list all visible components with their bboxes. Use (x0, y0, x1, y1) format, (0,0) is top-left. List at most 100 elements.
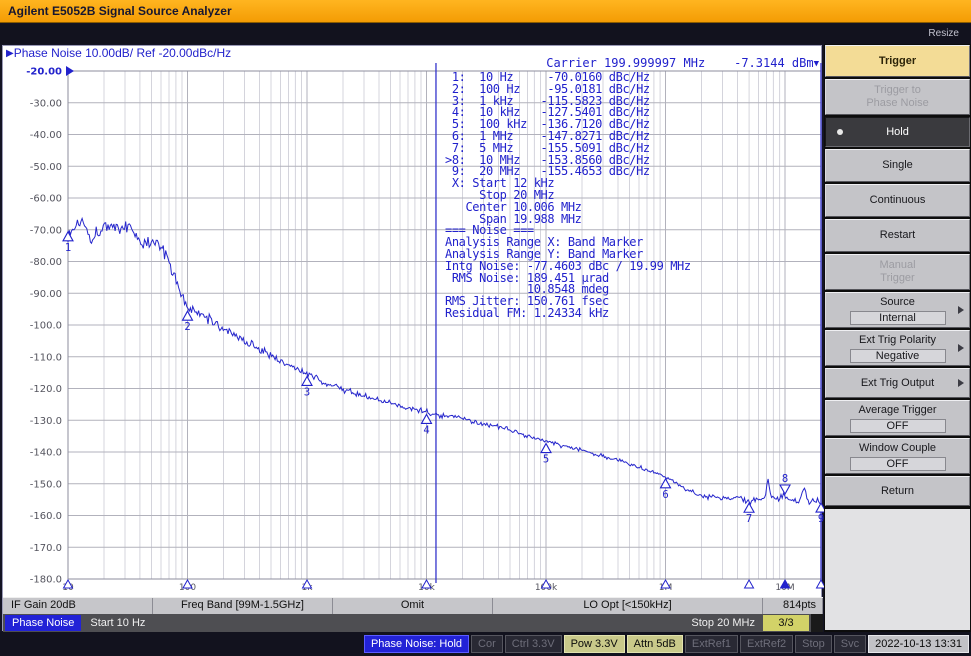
softkey-single[interactable]: Single (825, 149, 970, 182)
carrier-readout: Carrier 199.999997 MHz -7.3144 dBm▼ (546, 56, 819, 70)
marker-8-triangle-icon[interactable] (779, 484, 791, 496)
y-axis-tick-label: -60.00 (30, 194, 62, 205)
y-axis-tick-label: -140.0 (30, 448, 62, 459)
softkey-source[interactable]: Source Internal (825, 292, 970, 328)
setup-status-row: IF Gain 20dB Freq Band [99M-1.5GHz] Omit LO… (3, 597, 823, 614)
y-axis-tick-label: -70.00 (30, 225, 62, 236)
softkey-label: Return (880, 484, 915, 497)
status-segment: Svc (833, 635, 867, 653)
softkey-trigger-to-phase-noise: Trigger to Phase Noise (825, 79, 970, 115)
softkey-label: Single (882, 159, 913, 171)
mode-badge: Phase Noise (5, 615, 82, 631)
y-axis-tick-label: -40.00 (30, 130, 62, 141)
y-axis-tick-label: -130.0 (30, 416, 62, 427)
softkey-return[interactable]: Return (825, 476, 970, 506)
setup-cell: 814pts (763, 598, 823, 614)
measurement-status-row: Phase Noise Start 10 Hz Stop 20 MHz 3/3 (3, 614, 823, 632)
row-end-block (811, 614, 823, 632)
marker-6-number: 6 (662, 489, 668, 501)
softkey-restart[interactable]: Restart (825, 219, 970, 252)
status-segment: Stop (795, 635, 832, 653)
marker-2-number: 2 (184, 321, 190, 333)
phase-noise-chart: -20.00 -30.00 -40.00 -50.00 -60.00 -70.00 -80.… (26, 63, 827, 593)
y-axis-tick-label: -150.0 (30, 479, 62, 490)
status-segment: Pow 3.3V (563, 635, 625, 653)
marker-7-axis-indicator-icon (743, 578, 755, 589)
marker-7-number: 7 (746, 513, 752, 525)
softkey-label: Trigger (878, 54, 917, 67)
softkey-value: OFF (849, 418, 946, 433)
marker-analysis-readout: 1: 10 Hz -70.0160 dBc/Hz 2: 100 Hz -95.0… (445, 70, 691, 320)
softkey-ext-trig-output[interactable]: Ext Trig Output (825, 368, 970, 398)
softkey-menu: Trigger Trigger to Phase Noise Hold Single Co… (824, 44, 971, 632)
marker-5-triangle-icon[interactable] (540, 442, 552, 454)
reference-level-arrow-icon (66, 66, 74, 76)
resize-button[interactable]: Resize (928, 28, 959, 39)
measurement-window: ▶Phase Noise 10.00dB/ Ref -20.00dBc/Hz -… (2, 45, 827, 632)
status-segment: Cor (471, 635, 503, 653)
start-frequency-label: Start 10 Hz (90, 617, 146, 629)
marker-1-triangle-icon[interactable] (62, 230, 74, 242)
softkey-hold[interactable]: Hold (825, 117, 970, 147)
carrier-power: -7.3144 dBm (734, 56, 814, 70)
setup-cell: Freq Band [99M-1.5GHz] (153, 598, 333, 614)
marker-4-number: 4 (423, 424, 429, 436)
softkey-ext-trig-polarity[interactable]: Ext Trig Polarity Negative (825, 330, 970, 366)
softkey-label: Source (880, 295, 915, 308)
softkey-label: Restart (879, 229, 916, 241)
y-axis-tick-label: -180.0 (30, 575, 62, 586)
status-segment: 2022-10-13 13:31 (868, 635, 969, 653)
submenu-arrow-icon (958, 306, 964, 314)
marker-3-triangle-icon[interactable] (301, 375, 313, 387)
menu-bar: Resize (0, 24, 971, 44)
softkey-average-trigger[interactable]: Average Trigger OFF (825, 400, 970, 436)
status-segment: Ctrl 3.3V (504, 635, 562, 653)
carrier-frequency: 199.999997 MHz (604, 56, 706, 70)
softkey-continuous[interactable]: Continuous (825, 184, 970, 217)
status-segment: Attn 5dB (626, 635, 683, 653)
y-axis-tick-label: -170.0 (30, 543, 62, 554)
status-segment: ExtRef2 (740, 635, 794, 653)
setup-cell: Omit (333, 598, 493, 614)
softkey-window-couple[interactable]: Window Couple OFF (825, 438, 970, 474)
submenu-arrow-icon (958, 344, 964, 352)
softkey-label: Trigger to (874, 84, 921, 96)
softkey-label: Ext Trig Polarity (858, 333, 937, 346)
softkey-label: Window Couple (858, 441, 937, 454)
stop-frequency-label: Stop 20 MHz (691, 617, 755, 629)
status-segment: Phase Noise: Hold (363, 635, 470, 653)
selected-bullet-icon (837, 129, 843, 135)
softkey-value: Negative (849, 348, 946, 363)
softkey-label: Hold (886, 125, 909, 138)
marker-5-number: 5 (543, 454, 549, 466)
y-axis-tick-label: -20.00 (26, 67, 62, 78)
y-axis-tick-label: -90.00 (30, 289, 62, 300)
phase-noise-plot: -20.00 -30.00 -40.00 -50.00 -60.00 -70.00 -80.… (3, 56, 827, 597)
y-axis-tick-label: -110.0 (30, 352, 62, 363)
marker-1-number: 1 (65, 242, 71, 254)
softkey-label: Trigger (880, 272, 915, 284)
marker-7-triangle-icon[interactable] (743, 502, 755, 513)
active-trace-arrow-icon: ▶ (6, 48, 14, 59)
y-axis-tick-label: -100.0 (30, 321, 62, 332)
instrument-screen: Agilent E5052B Signal Source Analyzer Re… (0, 0, 971, 656)
trace-header-label: Phase Noise 10.00dB/ Ref -20.00dBc/Hz (13, 46, 232, 60)
average-counter-badge: 3/3 (763, 615, 809, 631)
y-axis-tick-label: -30.00 (30, 98, 62, 109)
softkey-trigger-title: Trigger (825, 45, 970, 77)
softkey-menu-filler (825, 509, 970, 630)
app-title-bar: Agilent E5052B Signal Source Analyzer (0, 0, 971, 23)
carrier-label: Carrier (546, 56, 597, 70)
y-axis-tick-label: -120.0 (30, 384, 62, 395)
y-axis-tick-label: -80.00 (30, 257, 62, 268)
softkey-label: Phase Noise (866, 97, 929, 109)
softkey-label: Manual (879, 259, 916, 271)
softkey-value: Internal (849, 310, 946, 325)
setup-cell: LO Opt [<150kHz] (493, 598, 763, 614)
softkey-value: OFF (849, 456, 946, 471)
y-axis-tick-label: -160.0 (30, 511, 62, 522)
setup-cell: IF Gain 20dB (3, 598, 153, 614)
y-axis-tick-label: -50.00 (30, 162, 62, 173)
softkey-label: Ext Trig Output (860, 376, 935, 389)
marker-3-number: 3 (304, 386, 310, 398)
